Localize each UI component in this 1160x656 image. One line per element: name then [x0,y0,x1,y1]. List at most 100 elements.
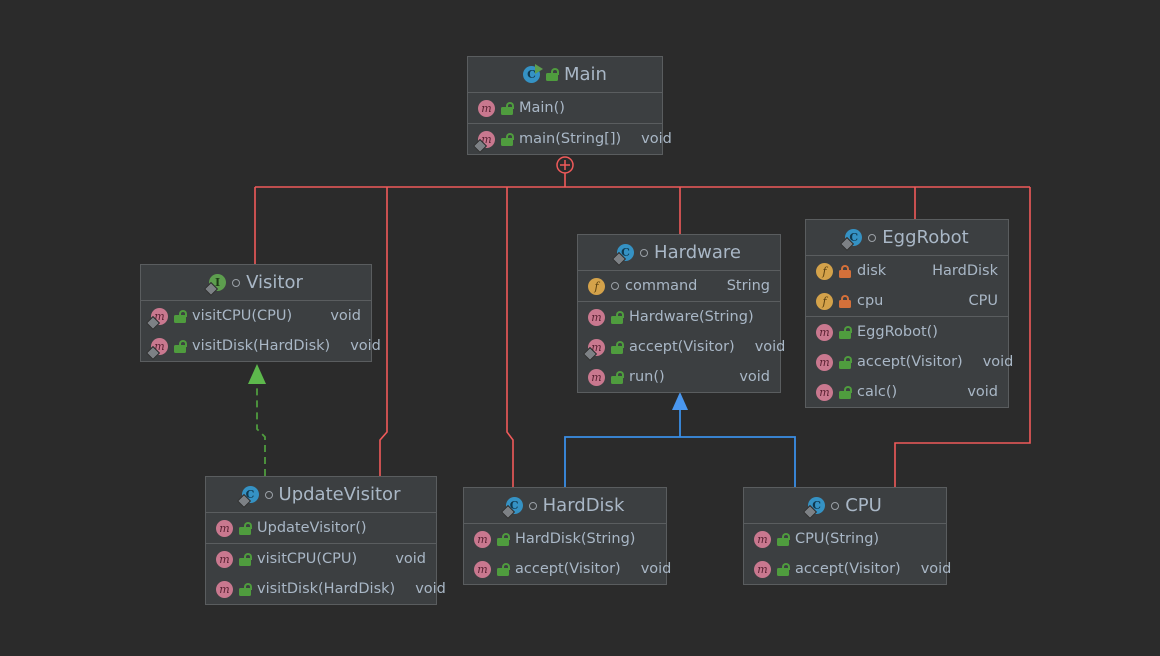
class-node-cpu[interactable]: C CPU m CPU(String) m accept(Visitor) vo… [743,487,951,585]
member-row[interactable]: m visitDisk(HardDisk) void [206,574,446,604]
member-row[interactable]: m run() void [578,362,780,392]
method-icon: m [478,99,495,117]
member-row[interactable]: m EggRobot() [806,317,1008,347]
member-type: void [640,561,672,577]
class-node-harddisk[interactable]: C HardDisk m HardDisk(String) m accept(V… [463,487,671,585]
class-node-main[interactable]: C Main m Main() m main(String[]) void [467,56,672,155]
member-name: cpu [857,293,884,309]
abstract-marker-icon [611,282,619,290]
edge-realization-visitor [256,385,266,476]
lock-public-icon [501,101,514,115]
member-name: UpdateVisitor() [257,520,367,536]
expand-collapse-icon [556,156,574,174]
lock-public-icon [839,325,852,339]
class-section-constructors-main: m Main() [468,93,662,124]
member-row[interactable]: m visitCPU(CPU) void [141,301,371,331]
class-header-hardware: C Hardware [578,235,780,271]
member-name: accept(Visitor) [629,339,735,355]
method-icon: m [216,580,233,598]
lock-public-icon [611,310,624,324]
member-name: visitCPU(CPU) [257,551,358,567]
abstract-marker-icon [868,233,877,242]
member-row[interactable]: f command String [578,271,780,301]
method-icon: m [588,308,605,326]
class-icon: C [505,497,523,514]
member-row[interactable]: m HardDisk(String) [464,524,666,554]
member-name: main(String[]) [519,131,622,147]
abstract-marker-icon [232,278,241,287]
member-name: accept(Visitor) [857,354,963,370]
lock-public-icon [777,562,790,576]
method-icon: m [474,560,491,578]
member-type: void [415,581,446,597]
member-row[interactable]: m main(String[]) void [468,124,672,154]
member-row[interactable]: f cpu CPU [806,286,1008,316]
class-node-visitor[interactable]: I Visitor m visitCPU(CPU) void m visitDi… [140,264,381,362]
method-icon: m [588,338,605,356]
class-header-visitor: I Visitor [141,265,371,301]
class-section-methods-cpu: m CPU(String) m accept(Visitor) void [744,524,951,584]
class-header-main: C Main [468,57,662,93]
member-type: CPU [968,293,998,309]
member-name: calc() [857,384,898,400]
member-row[interactable]: m accept(Visitor) void [806,347,1013,377]
interface-icon: I [209,274,227,291]
member-row[interactable]: m accept(Visitor) void [744,554,951,584]
field-icon: f [816,262,833,280]
member-type: HardDisk [932,263,998,279]
class-node-eggrobot[interactable]: C EggRobot f disk HardDisk f cpu CPU m E… [805,219,1013,408]
member-name: CPU(String) [795,531,880,547]
class-section-fields-hardware: f command String [578,271,780,302]
class-runnable-icon: C [523,64,543,83]
lock-public-icon [777,532,790,546]
member-type: void [350,338,381,354]
class-title-hardware: Hardware [654,242,741,263]
field-icon: f [816,292,833,310]
member-row[interactable]: m calc() void [806,377,1008,407]
member-row[interactable]: m Main() [468,93,662,123]
member-name: HardDisk(String) [515,531,636,547]
lock-public-icon [611,370,624,384]
method-icon: m [216,519,233,537]
member-type: String [726,278,770,294]
class-title-eggrobot: EggRobot [882,227,969,248]
lock-public-icon [497,532,510,546]
class-header-cpu: C CPU [744,488,946,524]
method-icon: m [151,307,168,325]
lock-public-icon [174,339,187,353]
lock-public-icon [611,340,624,354]
member-row[interactable]: m CPU(String) [744,524,946,554]
method-icon: m [216,550,233,568]
member-name: Main() [519,100,565,116]
class-title-cpu: CPU [845,495,882,516]
class-node-updatevisitor[interactable]: C UpdateVisitor m UpdateVisitor() m visi… [205,476,446,605]
diagram-canvas[interactable]: C Main m Main() m main(String[]) void I … [0,0,1160,656]
member-type: void [967,384,998,400]
member-row[interactable]: m accept(Visitor) void [464,554,671,584]
member-row[interactable]: f disk HardDisk [806,256,1008,286]
class-section-methods-eggrobot: m EggRobot() m accept(Visitor) void m ca… [806,317,1013,407]
class-section-methods-updatevisitor: m visitCPU(CPU) void m visitDisk(HardDis… [206,544,446,604]
lock-private-icon [839,264,851,278]
member-row[interactable]: m visitCPU(CPU) void [206,544,436,574]
lock-public-icon [239,521,252,535]
member-row[interactable]: m accept(Visitor) void [578,332,785,362]
member-type: void [641,131,672,147]
field-icon: f [588,277,605,295]
lock-public-icon [239,582,252,596]
member-row[interactable]: m Hardware(String) [578,302,780,332]
member-type: void [330,308,361,324]
class-section-methods-hardware: m Hardware(String) m accept(Visitor) voi… [578,302,785,392]
member-type: void [982,354,1014,370]
member-row[interactable]: m UpdateVisitor() [206,513,436,543]
class-section-methods-visitor: m visitCPU(CPU) void m visitDisk(HardDis… [141,301,381,361]
inheritance-arrowhead [672,392,688,410]
member-name: visitCPU(CPU) [192,308,293,324]
class-header-harddisk: C HardDisk [464,488,666,524]
abstract-marker-icon [831,501,840,510]
class-node-hardware[interactable]: C Hardware f command String m Hardware(S… [577,234,785,393]
lock-public-icon [239,552,252,566]
member-row[interactable]: m visitDisk(HardDisk) void [141,331,381,361]
method-icon: m [754,530,771,548]
member-name: EggRobot() [857,324,938,340]
